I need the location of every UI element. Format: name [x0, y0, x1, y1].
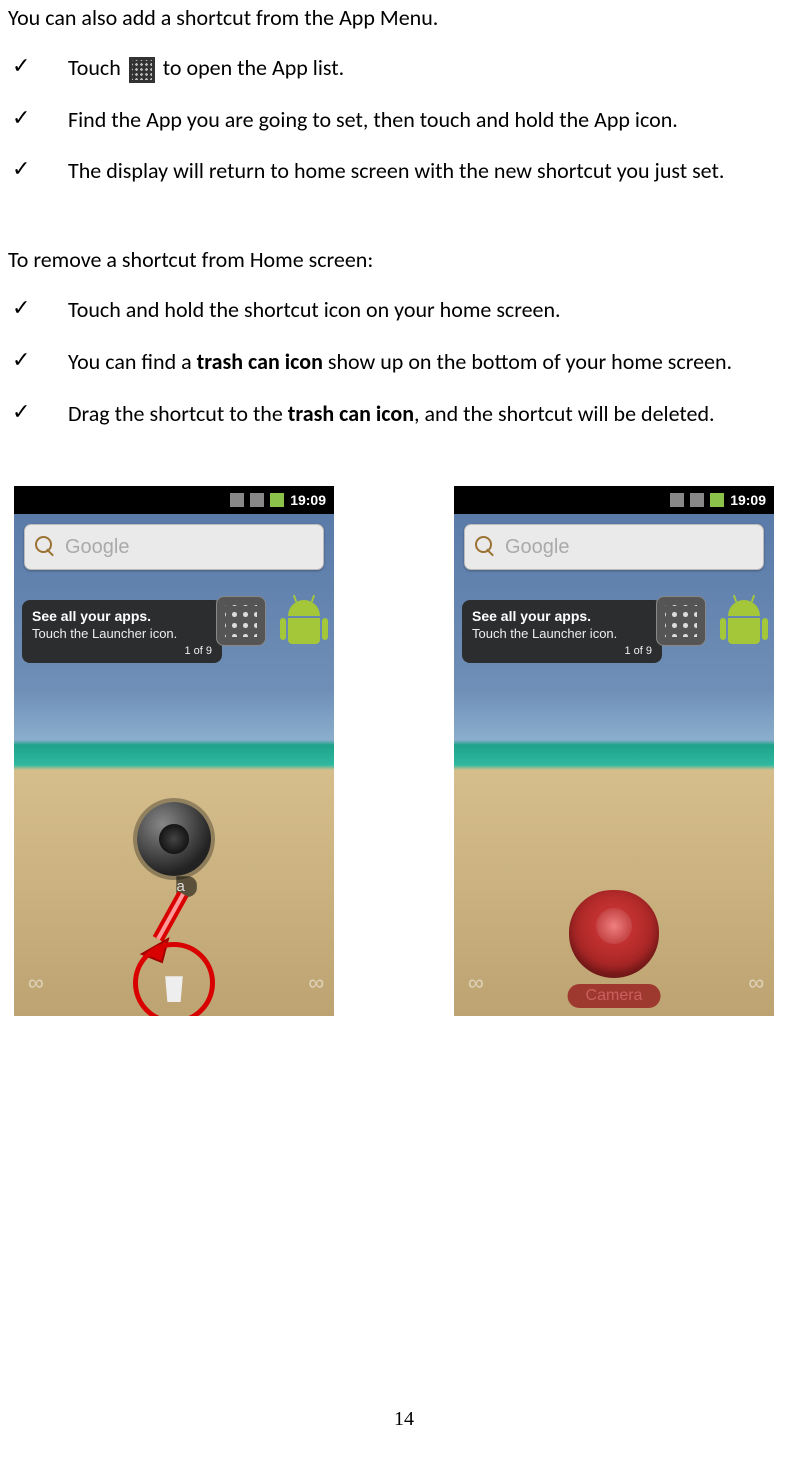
l2i3-bold: trash can icon	[288, 400, 414, 427]
list1-item2: ✓ Find the App you are going to set, the…	[8, 105, 800, 135]
page-number: 14	[394, 1408, 414, 1431]
list2-item3-text: Drag the shortcut to the trash can icon,…	[68, 399, 800, 429]
clock-label: 19:09	[290, 492, 326, 508]
tip-bubble: See all your apps. Touch the Launcher ic…	[22, 600, 222, 663]
page-indicator-left-icon: ∞	[28, 970, 40, 996]
phone-screenshot-1: 19:09 Google See all your apps. Touch th…	[14, 486, 334, 1016]
search-icon	[35, 536, 57, 558]
camera-label: era	[151, 876, 197, 897]
search-placeholder: Google	[505, 536, 570, 559]
tip-title: See all your apps.	[32, 608, 212, 624]
check-icon: ✓	[8, 105, 68, 131]
tip-body: Touch the Launcher icon.	[32, 626, 212, 641]
check-icon: ✓	[8, 399, 68, 425]
tip-body: Touch the Launcher icon.	[472, 626, 652, 641]
list2-item2: ✓ You can find a trash can icon show up …	[8, 347, 800, 377]
list1-item3-text: The display will return to home screen w…	[68, 156, 800, 186]
phone-screenshot-2: 19:09 Google See all your apps. Touch th…	[454, 486, 774, 1016]
check-icon: ✓	[8, 156, 68, 182]
status-icon	[670, 493, 684, 507]
camera-shortcut-icon[interactable]	[137, 802, 211, 876]
list2-item3: ✓ Drag the shortcut to the trash can ico…	[8, 399, 800, 429]
status-bar: 19:09	[14, 486, 334, 514]
status-bar: 19:09	[454, 486, 774, 514]
launcher-grid-icon	[129, 57, 155, 83]
l2i2-bold: trash can icon	[197, 348, 323, 375]
screenshots-row: 19:09 Google See all your apps. Touch th…	[8, 486, 800, 1016]
battery-icon	[270, 493, 284, 507]
list2-item2-text: You can find a trash can icon show up on…	[68, 347, 800, 377]
launcher-button[interactable]	[656, 596, 706, 646]
l1i1-post: to open the App list.	[163, 54, 344, 81]
android-mascot-icon	[722, 600, 766, 652]
l1i1-pre: Touch	[68, 54, 126, 81]
list1-item1-text: Touch to open the App list.	[68, 53, 800, 83]
l2i2-post: show up on the bottom of your home scree…	[323, 348, 732, 375]
signal-icon	[690, 493, 704, 507]
clock-label: 19:09	[730, 492, 766, 508]
android-mascot-icon	[282, 600, 326, 652]
google-search-bar[interactable]: Google	[464, 524, 764, 570]
search-placeholder: Google	[65, 536, 130, 559]
list1-item2-text: Find the App you are going to set, then …	[68, 105, 800, 135]
check-icon: ✓	[8, 347, 68, 373]
trash-drop-zone[interactable]	[153, 968, 195, 1010]
add-shortcut-list: ✓ Touch to open the App list. ✓ Find the…	[8, 53, 800, 186]
check-icon: ✓	[8, 53, 68, 79]
signal-icon	[250, 493, 264, 507]
tip-title: See all your apps.	[472, 608, 652, 624]
list1-item3: ✓ The display will return to home screen…	[8, 156, 800, 186]
l2i3-post: , and the shortcut will be deleted.	[414, 400, 715, 427]
search-icon	[475, 536, 497, 558]
l2i2-pre: You can find a	[68, 348, 197, 375]
list2-item1: ✓ Touch and hold the shortcut icon on yo…	[8, 295, 800, 325]
trash-can-icon	[163, 976, 185, 1002]
tip-count: 1 of 9	[472, 645, 652, 657]
home-screen: Google See all your apps. Touch the Laun…	[14, 514, 334, 1016]
list2-item1-text: Touch and hold the shortcut icon on your…	[68, 295, 800, 325]
tip-bubble: See all your apps. Touch the Launcher ic…	[462, 600, 662, 663]
check-icon: ✓	[8, 295, 68, 321]
l2i3-pre: Drag the shortcut to the	[68, 400, 288, 427]
intro-paragraph: You can also add a shortcut from the App…	[8, 4, 800, 31]
launcher-button[interactable]	[216, 596, 266, 646]
page-indicator-left-icon: ∞	[468, 970, 480, 996]
status-icon	[230, 493, 244, 507]
remove-subheading: To remove a shortcut from Home screen:	[8, 246, 800, 273]
remove-shortcut-list: ✓ Touch and hold the shortcut icon on yo…	[8, 295, 800, 428]
google-search-bar[interactable]: Google	[24, 524, 324, 570]
list1-item1: ✓ Touch to open the App list.	[8, 53, 800, 83]
home-screen: Google See all your apps. Touch the Laun…	[454, 514, 774, 1016]
tip-count: 1 of 9	[32, 645, 212, 657]
page-indicator-right-icon: ∞	[748, 970, 760, 996]
dock-bar: ∞ ∞	[454, 958, 774, 1008]
battery-icon	[710, 493, 724, 507]
page-indicator-right-icon: ∞	[308, 970, 320, 996]
